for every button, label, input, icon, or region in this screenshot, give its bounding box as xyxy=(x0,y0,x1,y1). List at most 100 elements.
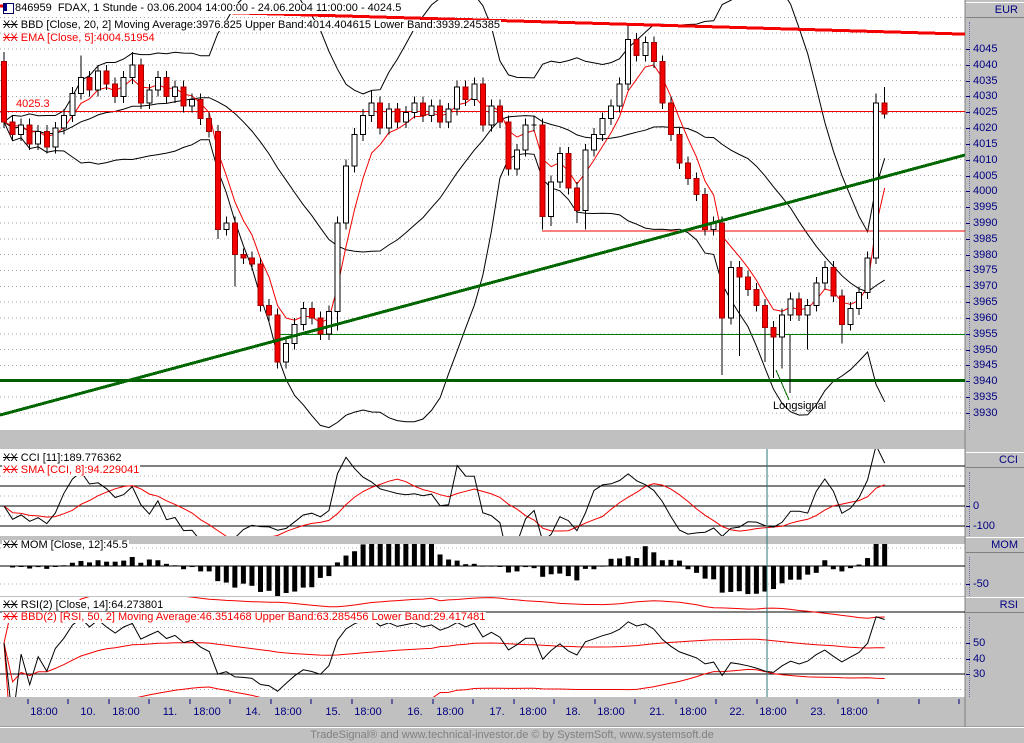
candle xyxy=(437,105,444,123)
time-axis-label[interactable]: 15. xyxy=(317,707,349,718)
candle xyxy=(505,121,512,170)
cci-sma-toggle-icon[interactable]: XX xyxy=(3,464,18,476)
time-axis-label[interactable]: 23. xyxy=(802,707,834,718)
cci-toggle-icon[interactable]: XX xyxy=(3,452,18,464)
momentum-bar xyxy=(309,566,315,588)
cci-axis-header: CCI xyxy=(966,452,1024,468)
time-axis-label[interactable]: 14. xyxy=(237,707,269,718)
momentum-bar xyxy=(334,562,340,566)
price-tick-label: 3985 xyxy=(973,232,998,245)
momentum-bar xyxy=(625,556,631,566)
momentum-bar xyxy=(266,566,272,591)
time-axis-label[interactable]: 18:00 xyxy=(757,707,789,718)
axis-tick xyxy=(966,96,970,98)
longsignal-annotation: Longsignal xyxy=(773,400,827,412)
candle xyxy=(838,295,845,325)
time-axis-label[interactable]: 18:00 xyxy=(272,707,304,718)
candle xyxy=(86,76,93,91)
price-axis-leader xyxy=(969,22,971,430)
price-tick-label: 3930 xyxy=(973,406,998,419)
candle xyxy=(856,292,862,309)
candle xyxy=(650,42,657,63)
rsi-bbd-indicator-label: XX BBD(2) [RSI, 50, 2] Moving Average:46… xyxy=(2,611,487,623)
bbd-toggle-icon[interactable]: XX xyxy=(3,19,18,31)
mom-axis-leader xyxy=(969,557,971,596)
chart-canvas[interactable] xyxy=(0,0,1024,742)
time-axis-label[interactable]: 18:00 xyxy=(28,707,60,718)
price-tick-label: 4005 xyxy=(973,169,998,182)
momentum-bar xyxy=(352,551,358,566)
tradesignal-chart-window: 846959 FDAX, 1 Stunde - 03.06.2004 14:00… xyxy=(0,0,1024,743)
momentum-bar xyxy=(403,544,409,566)
time-axis-label[interactable]: 11. xyxy=(154,707,186,718)
axis-tick xyxy=(966,80,970,82)
candle xyxy=(428,105,435,116)
rsi-tick-label: 30 xyxy=(973,668,986,680)
candle xyxy=(257,263,264,306)
candle xyxy=(787,298,794,316)
candle xyxy=(112,83,119,97)
time-axis-label[interactable]: 18:00 xyxy=(191,707,223,718)
axis-tick xyxy=(966,64,970,66)
candle xyxy=(753,288,760,306)
momentum-bar xyxy=(411,544,417,566)
time-axis-label[interactable]: 18. xyxy=(557,707,589,718)
momentum-bar xyxy=(839,566,845,572)
axis-tick xyxy=(966,143,970,145)
time-axis-label[interactable]: 18:00 xyxy=(352,707,384,718)
momentum-bar xyxy=(728,566,734,592)
momentum-bar xyxy=(360,544,366,566)
candle xyxy=(154,76,161,91)
mom-tick-label: -50 xyxy=(973,578,989,590)
ema-toggle-icon[interactable]: XX xyxy=(3,32,18,44)
time-axis-label[interactable]: 18:00 xyxy=(517,707,549,718)
momentum-bar xyxy=(753,566,759,594)
momentum-bar xyxy=(668,559,674,566)
time-axis-label[interactable]: 16. xyxy=(399,707,431,718)
rsi-bbd-toggle-icon[interactable]: XX xyxy=(3,611,18,623)
time-axis-label[interactable]: 21. xyxy=(641,707,673,718)
candle xyxy=(548,181,555,218)
momentum-bar xyxy=(155,560,161,566)
time-axis-label[interactable]: 18:00 xyxy=(677,707,709,718)
candle xyxy=(60,114,67,129)
candle xyxy=(9,121,16,135)
rsi-axis-header: RSI xyxy=(966,597,1024,613)
mom-toggle-icon[interactable]: XX xyxy=(3,539,18,551)
momentum-bar xyxy=(87,562,92,566)
time-axis-label[interactable]: 10. xyxy=(72,707,104,718)
candle xyxy=(676,133,683,164)
momentum-bar xyxy=(617,558,623,566)
price-tick-label: 3950 xyxy=(973,343,998,356)
candle xyxy=(368,102,375,116)
axis-tick xyxy=(966,333,970,335)
status-bar-text[interactable]: TradeSignal® and www.technical-investor.… xyxy=(310,729,713,741)
rsi-axis-leader xyxy=(969,617,971,697)
time-axis-label[interactable]: 18:00 xyxy=(595,707,627,718)
momentum-bar xyxy=(394,544,400,566)
time-axis-label[interactable]: 18:00 xyxy=(838,707,870,718)
candle xyxy=(26,124,33,145)
mom-indicator-label: XX MOM [Close, 12]:45.5 xyxy=(2,539,129,551)
candle xyxy=(667,102,674,135)
time-axis-label[interactable]: 22. xyxy=(721,707,753,718)
candle xyxy=(642,42,649,56)
candle xyxy=(590,133,597,151)
axis-tick xyxy=(966,270,970,272)
time-axis-label[interactable]: 18:00 xyxy=(110,707,142,718)
time-axis-label[interactable]: 17. xyxy=(481,707,513,718)
rsi-tick-label: 40 xyxy=(973,652,986,665)
momentum-bar xyxy=(146,559,152,566)
momentum-bar xyxy=(796,566,802,580)
candle xyxy=(419,102,426,116)
momentum-bar xyxy=(104,561,110,566)
momentum-bar xyxy=(78,560,84,566)
momentum-bar xyxy=(454,560,460,566)
candle xyxy=(719,222,726,319)
rsi-toggle-icon[interactable]: XX xyxy=(3,599,18,611)
time-axis-label[interactable]: 18:00 xyxy=(434,707,466,718)
candle xyxy=(52,127,59,148)
axis-tick xyxy=(966,349,970,351)
price-tick-label: 3945 xyxy=(973,359,998,372)
candle xyxy=(325,311,332,335)
